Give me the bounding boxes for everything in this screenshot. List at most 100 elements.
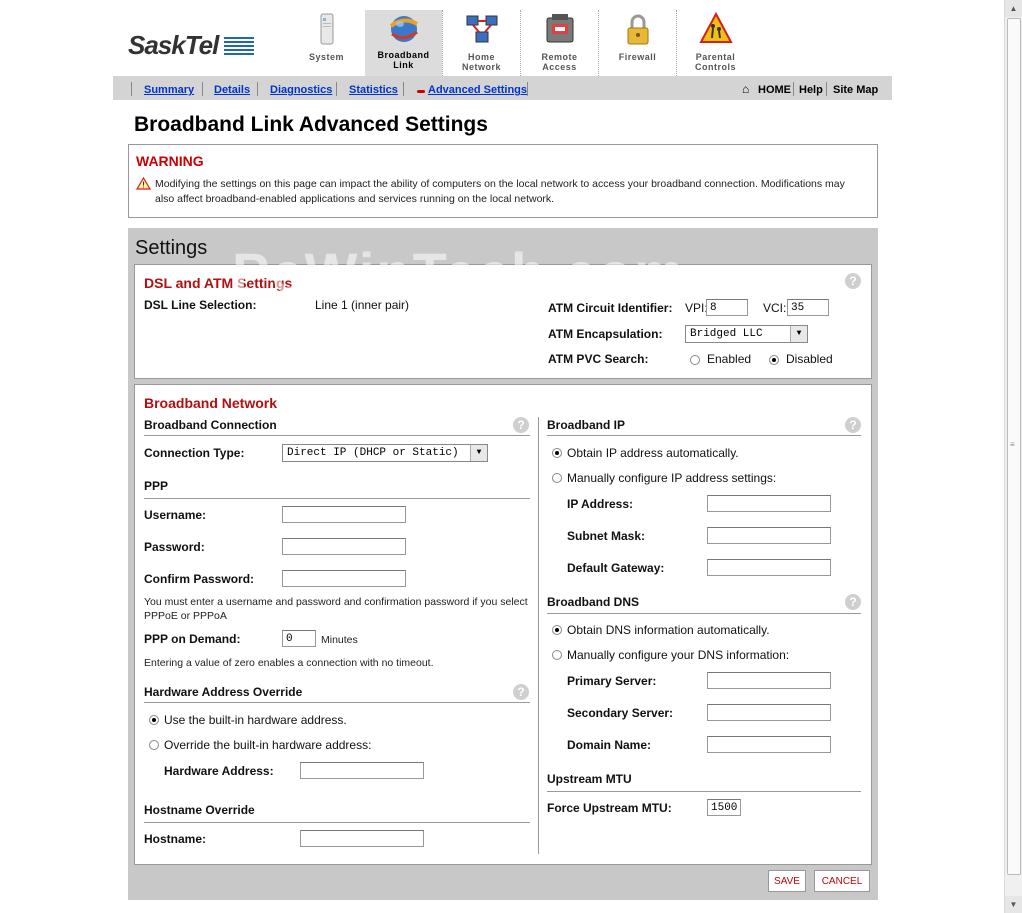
- divider: [547, 613, 861, 614]
- nav-home-network[interactable]: Home Network: [442, 10, 520, 76]
- subnav-statistics[interactable]: Statistics: [349, 84, 398, 96]
- pvc-enabled-radio[interactable]: [690, 355, 700, 365]
- ip-address-input[interactable]: [707, 495, 831, 512]
- remote-access-icon: [546, 14, 574, 43]
- nav-system[interactable]: System: [288, 10, 365, 76]
- hardware-address-input[interactable]: [300, 762, 424, 779]
- atm-encapsulation-label: ATM Encapsulation:: [548, 327, 663, 341]
- broadband-network-heading: Broadband Network: [144, 395, 278, 411]
- dsl-line-label: DSL Line Selection:: [144, 298, 257, 312]
- cancel-button[interactable]: CANCEL: [814, 870, 870, 892]
- scroll-down-icon[interactable]: ▼: [1005, 896, 1022, 913]
- help-icon[interactable]: ?: [513, 684, 529, 700]
- hostname-override-heading: Hostname Override: [144, 803, 255, 817]
- vci-input[interactable]: 35: [787, 299, 829, 316]
- connection-type-label: Connection Type:: [144, 446, 245, 460]
- help-icon[interactable]: ?: [845, 273, 861, 289]
- subnav-diagnostics[interactable]: Diagnostics: [270, 84, 332, 96]
- settings-section: Settings DSL and ATM Settings ? DSL Line…: [128, 228, 878, 900]
- scroll-up-icon[interactable]: ▲: [1005, 0, 1022, 17]
- sasktel-logo[interactable]: SaskTel: [128, 30, 255, 61]
- help-icon[interactable]: ?: [513, 417, 529, 433]
- main-nav: System Broadband Link Home Network Remote A…: [288, 10, 754, 76]
- hardware-override-heading: Hardware Address Override: [144, 685, 303, 699]
- use-builtin-hw-radio[interactable]: [149, 715, 159, 725]
- override-hw-radio[interactable]: [149, 740, 159, 750]
- primary-server-label: Primary Server:: [567, 674, 657, 688]
- subnav-separator: [403, 82, 404, 96]
- atm-encapsulation-select[interactable]: Bridged LLC ▼: [685, 325, 808, 343]
- password-input[interactable]: [282, 538, 406, 555]
- ppp-on-demand-input[interactable]: 0: [282, 630, 316, 647]
- vpi-input[interactable]: 8: [706, 299, 748, 316]
- help-icon[interactable]: ?: [845, 417, 861, 433]
- subnav-help[interactable]: Help: [799, 84, 823, 96]
- ip-auto-radio[interactable]: [552, 448, 562, 458]
- subnet-mask-input[interactable]: [707, 527, 831, 544]
- atm-circuit-label: ATM Circuit Identifier:: [548, 301, 673, 315]
- nav-firewall-label: Firewall: [618, 52, 657, 62]
- warning-title: WARNING: [136, 153, 204, 169]
- divider: [144, 702, 530, 703]
- nav-firewall[interactable]: Firewall: [598, 10, 676, 76]
- pvc-disabled-radio[interactable]: [769, 355, 779, 365]
- subnav-summary[interactable]: Summary: [144, 84, 194, 96]
- ppp-heading: PPP: [144, 479, 169, 493]
- chevron-down-icon: ▼: [470, 445, 487, 461]
- nav-system-label: System: [308, 52, 345, 62]
- force-mtu-input[interactable]: 1500: [707, 799, 741, 816]
- upstream-mtu-heading: Upstream MTU: [547, 772, 632, 786]
- ip-manual-radio[interactable]: [552, 473, 562, 483]
- ppp-on-demand-label: PPP on Demand:: [144, 632, 241, 646]
- confirm-password-input[interactable]: [282, 570, 406, 587]
- nav-remote-access[interactable]: Remote Access: [520, 10, 598, 76]
- subnav-separator: [131, 82, 132, 96]
- broadband-dns-heading: Broadband DNS: [547, 595, 640, 609]
- system-icon: [320, 13, 334, 45]
- pvc-enabled-label: Enabled: [707, 352, 752, 366]
- firewall-lock-icon: [627, 14, 649, 45]
- dns-manual-radio[interactable]: [552, 650, 562, 660]
- nav-broadband-link[interactable]: Broadband Link: [365, 10, 442, 76]
- page-title: Broadband Link Advanced Settings: [134, 113, 488, 136]
- nav-remote-label: Remote Access: [541, 52, 578, 72]
- vertical-scrollbar[interactable]: ▲ ≡ ▼: [1004, 0, 1022, 913]
- save-button[interactable]: SAVE: [768, 870, 806, 892]
- force-mtu-label: Force Upstream MTU:: [547, 801, 672, 815]
- atm-encapsulation-value: Bridged LLC: [690, 328, 763, 340]
- settings-title: Settings: [135, 237, 208, 259]
- hardware-address-label: Hardware Address:: [164, 764, 274, 778]
- subnav-separator: [793, 82, 794, 96]
- username-label: Username:: [144, 508, 207, 522]
- connection-type-value: Direct IP (DHCP or Static): [287, 447, 459, 459]
- hostname-label: Hostname:: [144, 832, 207, 846]
- hostname-input[interactable]: [300, 830, 424, 847]
- dsl-atm-heading: DSL and ATM Settings: [144, 275, 293, 291]
- vpi-label: VPI:: [685, 301, 708, 315]
- domain-name-input[interactable]: [707, 736, 831, 753]
- subnav-home[interactable]: HOME: [758, 84, 791, 96]
- override-hw-label: Override the built-in hardware address:: [164, 738, 372, 752]
- subnav-advanced-settings[interactable]: Advanced Settings: [428, 84, 527, 96]
- subnav-site-map[interactable]: Site Map: [833, 84, 878, 96]
- subnav-separator: [826, 82, 827, 96]
- divider: [547, 435, 861, 436]
- secondary-server-input[interactable]: [707, 704, 831, 721]
- dns-auto-radio[interactable]: [552, 625, 562, 635]
- chevron-down-icon: ▼: [790, 326, 807, 342]
- use-builtin-hw-label: Use the built-in hardware address.: [164, 713, 347, 727]
- nav-parental-controls[interactable]: Parental Controls: [676, 10, 754, 76]
- pvc-disabled-label: Disabled: [786, 352, 833, 366]
- home-icon[interactable]: ⌂: [742, 82, 749, 96]
- scroll-grip-icon: ≡: [1010, 440, 1015, 449]
- demand-note: Entering a value of zero enables a conne…: [144, 657, 434, 669]
- subnav-details[interactable]: Details: [214, 84, 250, 96]
- connection-type-select[interactable]: Direct IP (DHCP or Static) ▼: [282, 444, 488, 462]
- divider: [144, 498, 530, 499]
- subnav-separator: [202, 82, 203, 96]
- help-icon[interactable]: ?: [845, 594, 861, 610]
- username-input[interactable]: [282, 506, 406, 523]
- primary-server-input[interactable]: [707, 672, 831, 689]
- sub-nav: Summary Details Diagnostics Statistics A…: [113, 76, 892, 100]
- default-gateway-input[interactable]: [707, 559, 831, 576]
